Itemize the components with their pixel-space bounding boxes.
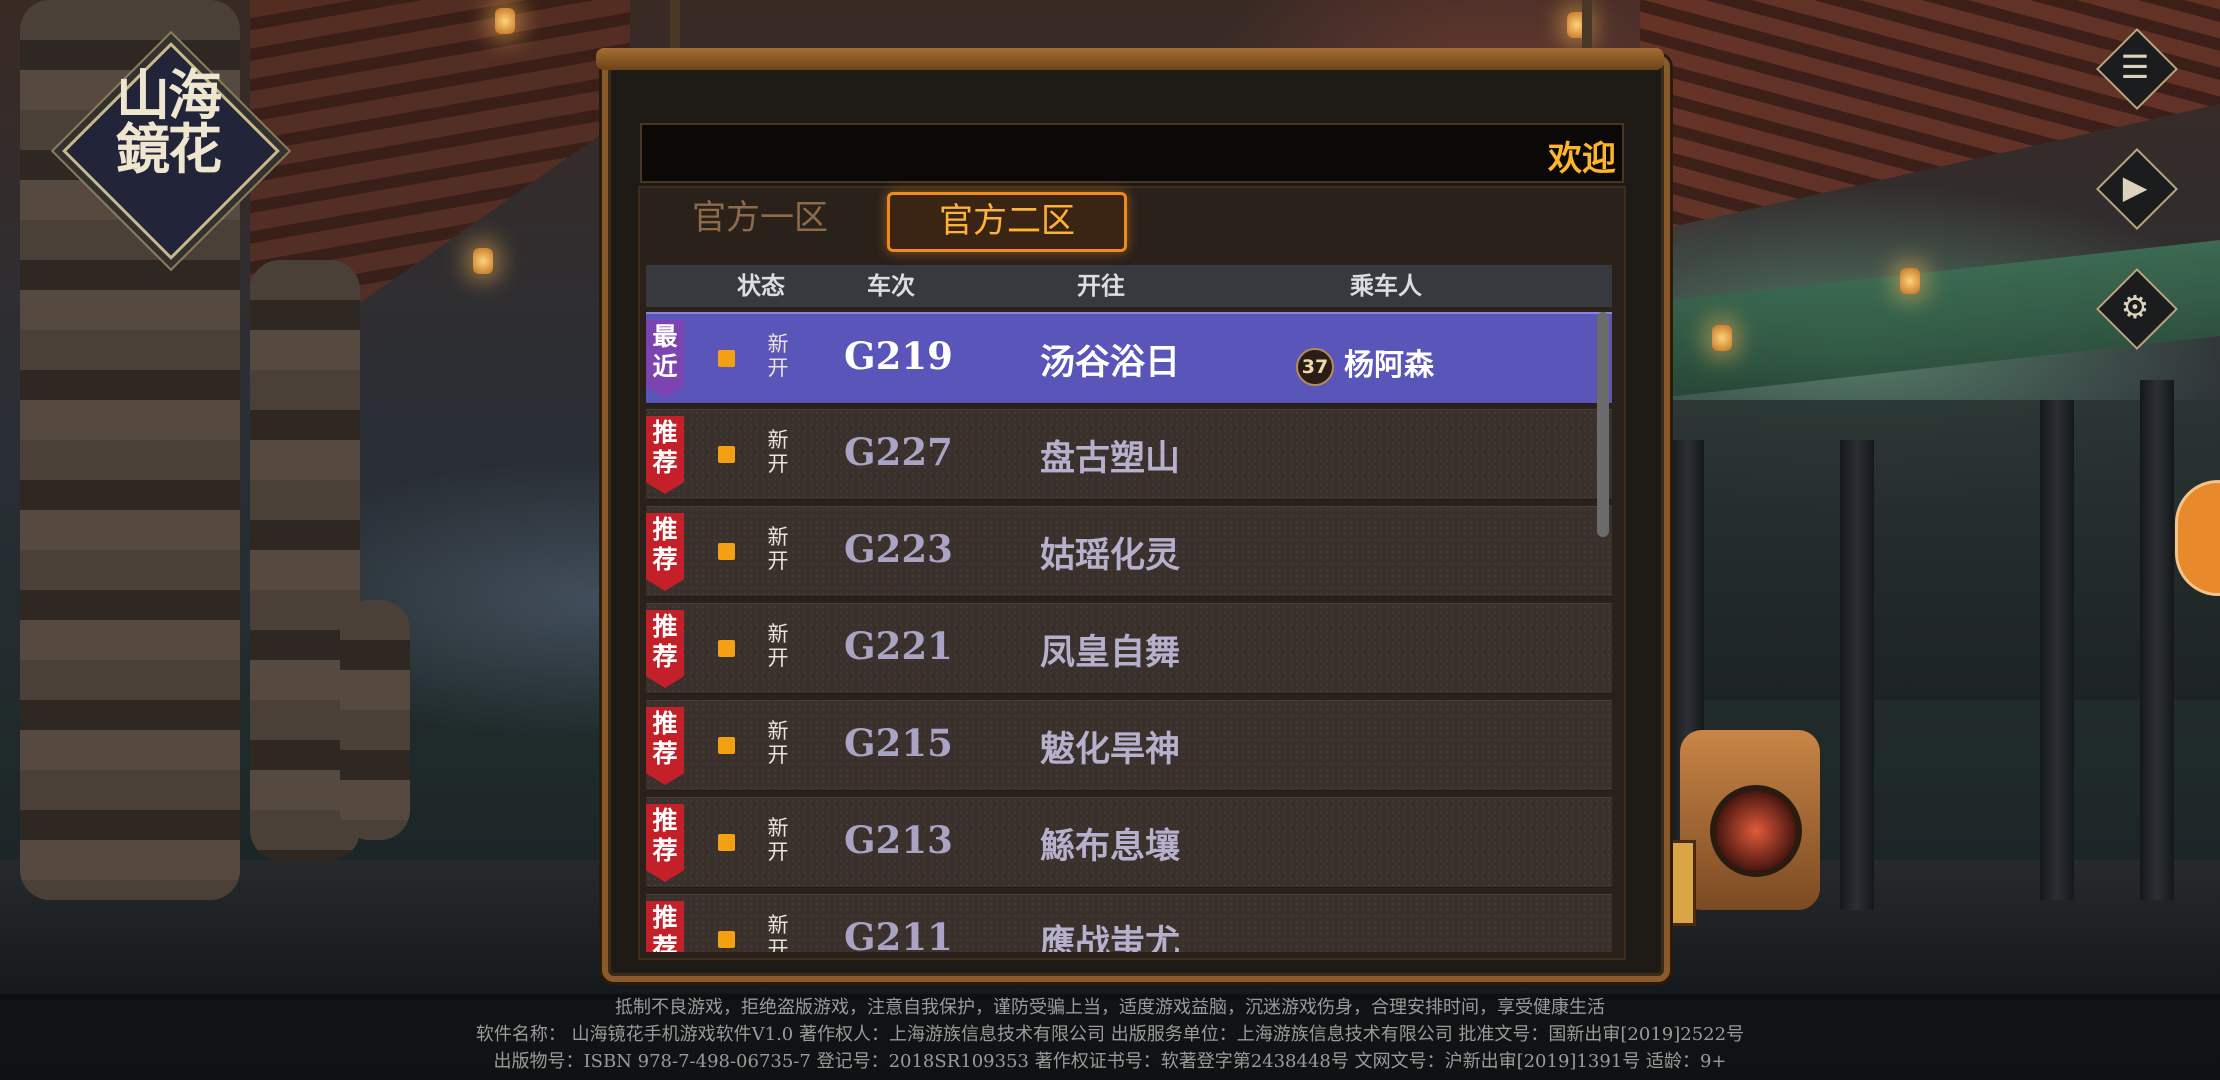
destination: 凤皇自舞 xyxy=(1040,632,1181,673)
status-label: 新开 xyxy=(767,622,789,670)
hanging-lamp xyxy=(473,248,493,274)
train-number: G219 xyxy=(844,334,953,378)
lantern-robot xyxy=(1640,700,1830,940)
train-number: G221 xyxy=(844,624,953,668)
platform-post xyxy=(1840,440,1874,910)
game-logo: 山海鏡花 xyxy=(58,38,280,260)
level-badge: 37 xyxy=(1296,348,1334,386)
marquee-text: 欢迎 xyxy=(1548,139,1616,179)
header-passenger: 乘车人 xyxy=(1350,271,1422,300)
notice-button[interactable]: ☰ xyxy=(2095,27,2179,111)
health-notice: 抵制不良游戏，拒绝盗版游戏，注意自我保护，谨防受骗上当，适度游戏益脑，沉迷游戏伤… xyxy=(615,997,1605,1018)
settings-icon: ⚙ xyxy=(2120,288,2150,326)
status-label: 新开 xyxy=(767,525,789,573)
header-destination: 开往 xyxy=(1077,271,1125,300)
destination: 盘古塑山 xyxy=(1040,438,1181,479)
recommend-badge: 推荐 xyxy=(646,513,684,591)
status-label: 新开 xyxy=(767,816,789,864)
server-board-top xyxy=(596,48,1664,70)
train-number: G211 xyxy=(844,915,953,952)
status-indicator xyxy=(718,931,735,948)
recommend-badge: 推荐 xyxy=(646,707,684,785)
destination: 魃化旱神 xyxy=(1040,729,1181,770)
header-status: 状态 xyxy=(737,271,785,300)
server-row[interactable]: 推荐 新开 G223 姑瑶化灵 xyxy=(646,506,1612,597)
recommend-badge: 推荐 xyxy=(646,901,684,952)
recommend-badge: 推荐 xyxy=(646,804,684,882)
logo-text: 山海鏡花 xyxy=(116,63,222,181)
status-indicator xyxy=(718,834,735,851)
status-indicator xyxy=(718,640,735,657)
train-number: G213 xyxy=(844,818,953,862)
recent-badge: 最近 xyxy=(646,320,684,398)
background-train xyxy=(1650,400,2220,700)
destination: 汤谷浴日 xyxy=(1040,342,1181,383)
recommend-badge: 推荐 xyxy=(646,610,684,688)
destination: 姑瑶化灵 xyxy=(1040,535,1181,576)
server-row[interactable]: 推荐 新开 G215 魃化旱神 xyxy=(646,700,1612,791)
announcement-marquee: 欢迎 xyxy=(640,123,1624,183)
passenger-name: 杨阿森 xyxy=(1344,348,1434,383)
recommend-badge: 推荐 xyxy=(646,416,684,494)
status-label: 新开 xyxy=(767,428,789,476)
table-header: 状态 车次 开往 乘车人 xyxy=(646,265,1612,307)
train-number: G223 xyxy=(844,527,953,571)
server-row[interactable]: 推荐 新开 G221 凤皇自舞 xyxy=(646,603,1612,694)
platform-post xyxy=(2040,400,2074,900)
legal-footer: 抵制不良游戏，拒绝盗版游戏，注意自我保护，谨防受骗上当，适度游戏益脑，沉迷游戏伤… xyxy=(0,994,2220,1080)
train-number: G215 xyxy=(844,721,953,765)
tab-official-zone-1[interactable]: 官方一区 xyxy=(660,192,860,244)
hanging-lamp xyxy=(1712,325,1732,351)
hanging-lamp xyxy=(495,8,515,34)
list-scrollbar[interactable] xyxy=(1597,312,1609,537)
server-row[interactable]: 推荐 新开 G213 鯀布息壤 xyxy=(646,797,1612,888)
settings-button[interactable]: ⚙ xyxy=(2095,267,2179,351)
status-label: 新开 xyxy=(767,913,789,952)
robot-eye xyxy=(1710,785,1802,877)
platform-post xyxy=(2140,380,2174,900)
frame-chain xyxy=(1582,0,1592,50)
header-train: 车次 xyxy=(867,271,915,300)
publication-info: 出版物号：ISBN 978-7-498-06735-7 登记号：2018SR10… xyxy=(493,1051,1727,1072)
train-number: G227 xyxy=(844,430,953,474)
status-label: 新开 xyxy=(767,332,789,380)
server-row[interactable]: 推荐 新开 G227 盘古塑山 xyxy=(646,409,1612,500)
server-row[interactable]: 推荐 新开 G211 應战蚩尤 xyxy=(646,894,1612,952)
passenger: 37 杨阿森 xyxy=(1296,340,1434,386)
destination: 鯀布息壤 xyxy=(1040,826,1181,867)
software-info: 软件名称： 山海镜花手机游戏软件V1.0 著作权人：上海游族信息技术有限公司 出… xyxy=(475,1024,1745,1045)
server-row[interactable]: 最近 新开 G219 汤谷浴日 37 杨阿森 xyxy=(646,312,1612,404)
status-indicator xyxy=(718,737,735,754)
video-icon: ▶ xyxy=(2122,168,2148,206)
carved-pillar-small xyxy=(340,600,410,840)
notice-icon: ☰ xyxy=(2120,48,2150,86)
server-list[interactable]: 最近 新开 G219 汤谷浴日 37 杨阿森 推荐 新开 G227 盘古塑山 推荐… xyxy=(646,312,1612,952)
video-button[interactable]: ▶ xyxy=(2095,147,2179,231)
status-indicator xyxy=(718,350,735,367)
tab-official-zone-2[interactable]: 官方二区 xyxy=(887,192,1127,252)
frame-chain xyxy=(670,0,680,50)
hanging-lamp xyxy=(1900,268,1920,294)
status-indicator xyxy=(718,543,735,560)
destination: 應战蚩尤 xyxy=(1040,923,1181,952)
status-label: 新开 xyxy=(767,719,789,767)
status-indicator xyxy=(718,446,735,463)
